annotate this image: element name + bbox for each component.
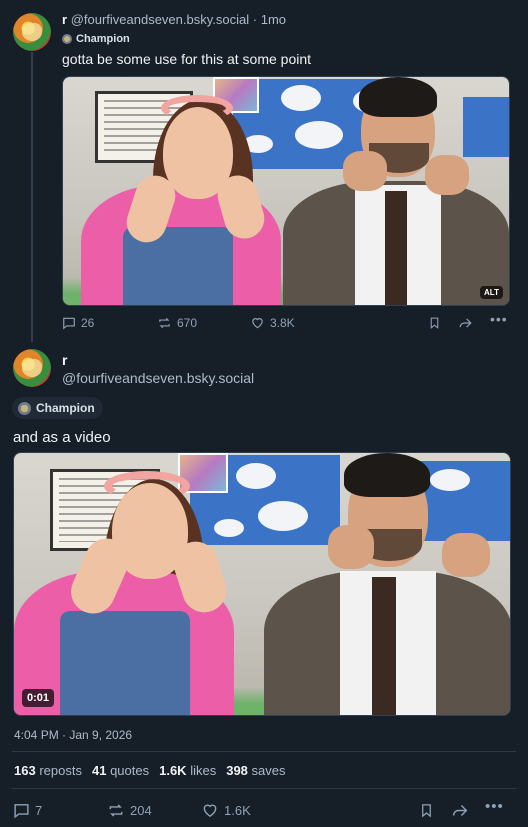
author-name[interactable]: r [62,12,67,27]
like-icon [252,318,263,329]
post-text: and as a video [13,429,111,446]
post-actions: 7 204 1.6K ••• [13,798,511,819]
saves-stat: 398 saves [226,763,286,778]
more-button[interactable]: ••• [490,311,508,327]
quotes-stat[interactable]: 41 quotes [92,763,149,778]
like-button[interactable]: 3.8K [250,316,295,330]
avatar[interactable] [13,349,51,387]
champion-badge[interactable]: Champion [12,397,103,419]
badge-label: Champion [76,33,130,45]
reply-count: 26 [81,316,95,330]
video-duration: 0:01 [22,689,55,707]
post-stats: 163 reposts 41 quotes 1.6K likes 398 sav… [14,763,286,778]
more-icon: ••• [485,798,504,815]
like-icon [203,804,217,817]
like-count: 1.6K [224,802,251,818]
repost-icon [109,803,123,817]
post-age[interactable]: 1mo [261,12,286,27]
bookmark-icon [422,803,431,817]
thread-connector [31,52,33,342]
likes-stat[interactable]: 1.6K likes [159,763,216,778]
repost-count: 204 [130,802,152,818]
separator: · [252,12,258,27]
reply-count: 7 [35,802,43,818]
like-count: 3.8K [270,316,295,330]
reply-button[interactable]: 26 [62,316,94,330]
reply-icon [63,317,75,330]
more-icon: ••• [490,311,508,327]
badge-label: Champion [36,401,95,415]
more-button[interactable]: ••• [485,798,504,815]
bookmark-button[interactable] [419,802,434,819]
repost-button[interactable]: 670 [157,316,197,330]
repost-icon [159,317,170,329]
avatar[interactable] [13,13,51,51]
share-button[interactable] [458,316,473,330]
image-scene [63,77,509,305]
post-video[interactable]: 0:01 [13,452,511,716]
repost-button[interactable]: 204 [107,802,152,819]
reposts-stat[interactable]: 163 reposts [14,763,82,778]
post-actions: 26 670 3.8K ••• [62,311,510,331]
repost-count: 670 [177,316,198,330]
post-text: gotta be some use for this at some point [62,51,312,67]
post-header: r @fourfiveandseven.bsky.social · 1mo [62,12,286,27]
champion-badge[interactable]: Champion [62,33,130,45]
post-image[interactable]: ALT [62,76,510,306]
share-icon [459,318,472,328]
reply-icon [14,803,29,818]
divider [12,788,516,789]
video-scene [14,453,510,715]
reply-button[interactable]: 7 [13,802,42,819]
post-timestamp[interactable]: 4:04 PM · Jan 9, 2026 [14,728,132,742]
bookmark-button[interactable] [428,316,441,330]
share-icon [452,804,468,816]
like-button[interactable]: 1.6K [201,802,251,819]
bookmark-icon [430,317,439,330]
author-handle[interactable]: @fourfiveandseven.bsky.social [62,370,254,386]
champion-icon [18,401,31,415]
author-name[interactable]: r [62,352,67,368]
champion-icon [62,34,72,44]
share-button[interactable] [451,802,469,819]
divider [12,751,516,752]
alt-text-badge[interactable]: ALT [480,286,503,299]
author-handle[interactable]: @fourfiveandseven.bsky.social [71,12,249,27]
